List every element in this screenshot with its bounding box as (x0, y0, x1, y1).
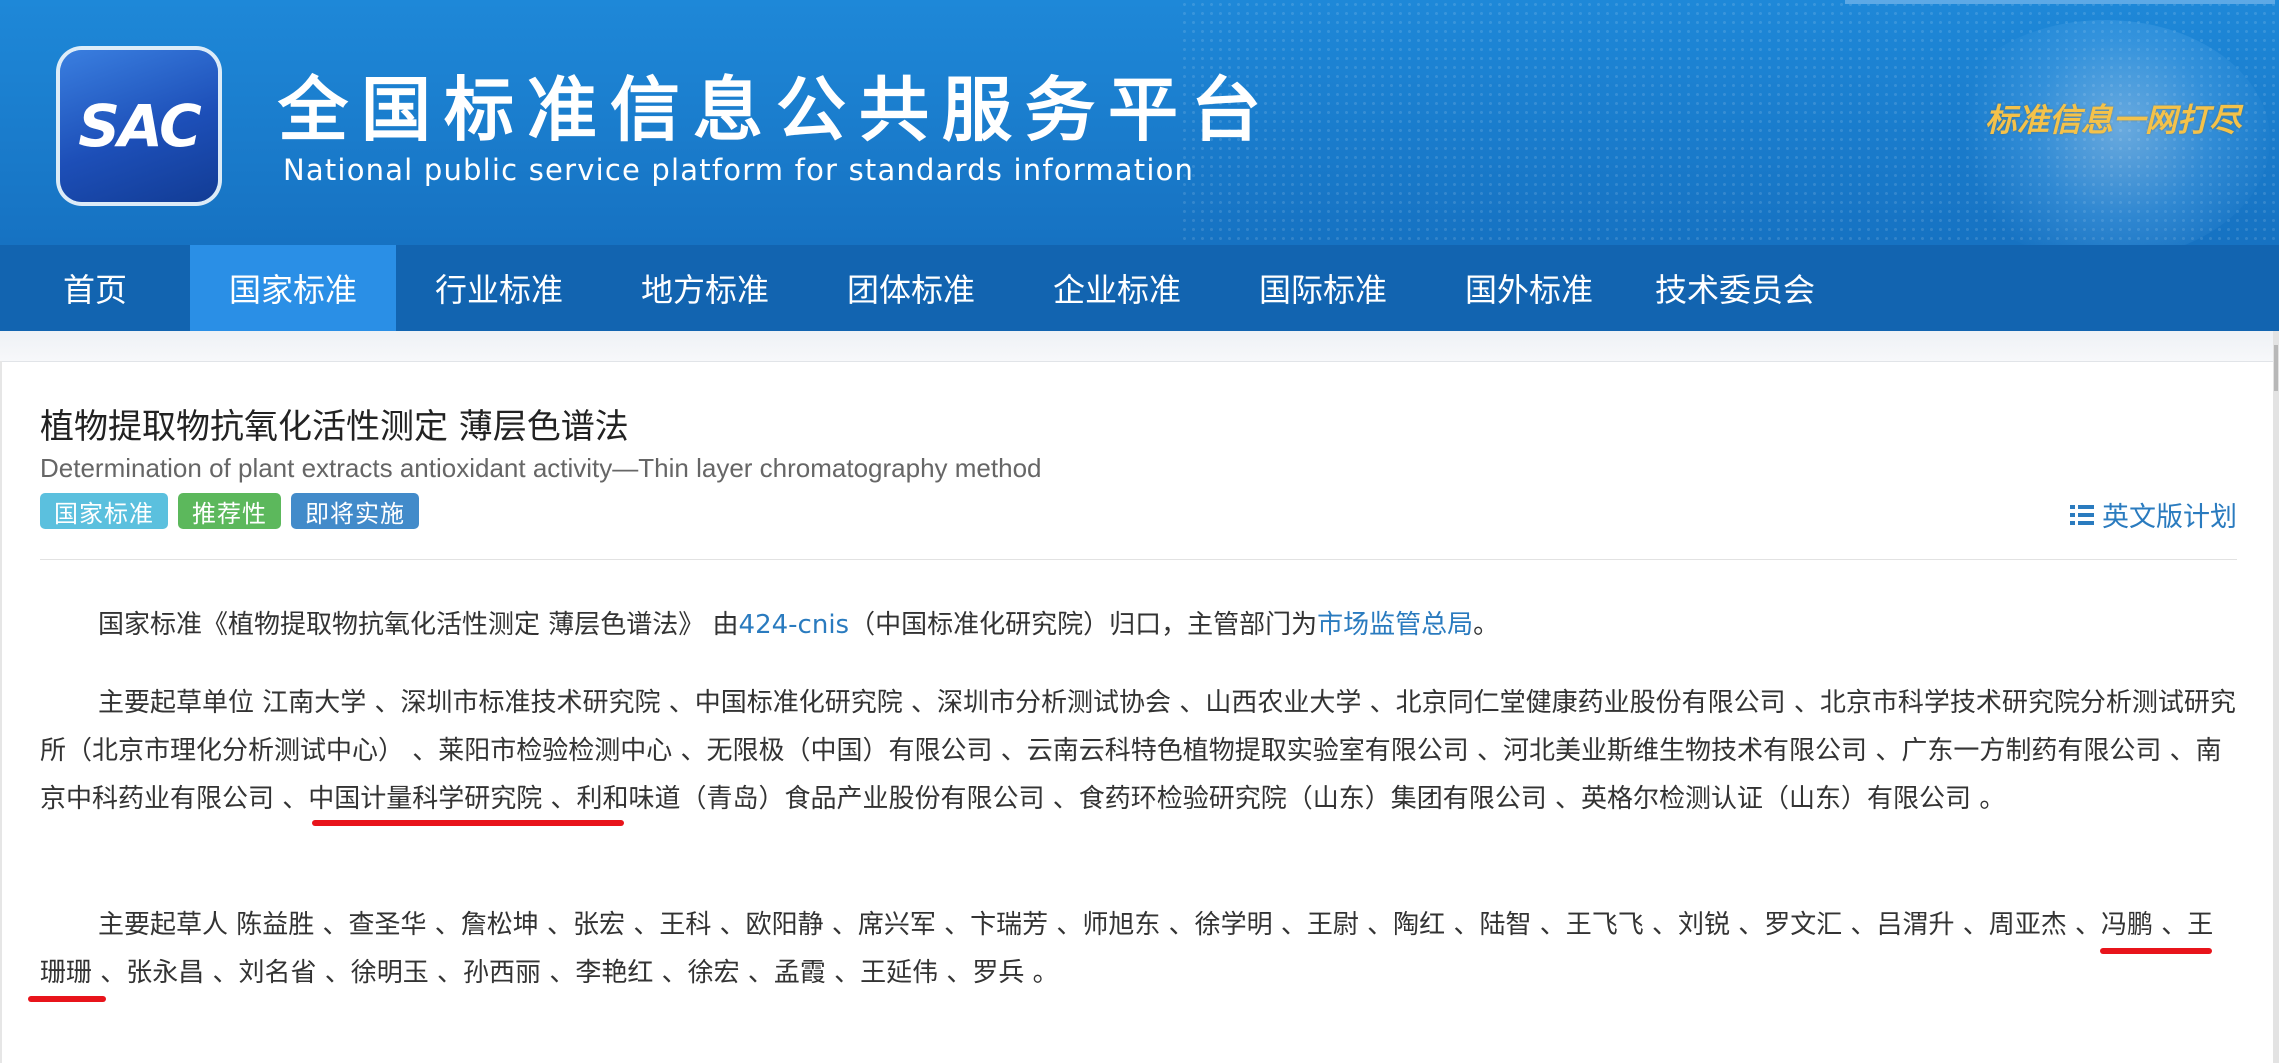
highlight-underline-drafter-2 (28, 996, 106, 1002)
banner-top-accent (1845, 0, 2275, 4)
site-subtitle: National public service platform for sta… (283, 153, 1195, 187)
content-left-border (0, 361, 2, 1063)
main-nav: 首页 国家标准 行业标准 地方标准 团体标准 企业标准 国际标准 国外标准 技术… (0, 245, 2279, 331)
highlight-underline-company (312, 820, 624, 826)
tag-national-standard: 国家标准 (40, 493, 168, 529)
intro-suffix: 。 (1473, 610, 1500, 640)
page: SAC 全国标准信息公共服务平台 National public service… (0, 0, 2279, 1063)
tc-link[interactable]: 424-cnis (739, 610, 850, 640)
sac-logo[interactable]: SAC (60, 50, 218, 202)
nav-item-enterprise-standards[interactable]: 企业标准 (1014, 245, 1220, 331)
site-title: 全国标准信息公共服务平台 (278, 69, 1274, 151)
nav-item-international-standards[interactable]: 国际标准 (1220, 245, 1426, 331)
intro-prefix: 国家标准《植物提取物抗氧化活性测定 薄层色谱法》 由 (98, 610, 739, 640)
drafting-units-paragraph: 主要起草单位 江南大学 、深圳市标准技术研究院 、中国标准化研究院 、深圳市分析… (40, 688, 2236, 814)
page-scrollbar[interactable] (2273, 331, 2279, 1063)
nav-item-national-standards[interactable]: 国家标准 (190, 245, 396, 331)
slogan: 标准信息一网打尽 (1985, 101, 2242, 139)
intro-paragraph: 国家标准《植物提取物抗氧化活性测定 薄层色谱法》 由424-cnis（中国标准化… (40, 601, 2237, 649)
english-plan-link[interactable]: 英文版计划 (2070, 495, 2237, 534)
intro-middle: （中国标准化研究院）归口，主管部门为 (849, 610, 1318, 640)
standard-title-en: Determination of plant extracts antioxid… (40, 453, 1042, 483)
drafters-paragraph: 主要起草人 陈益胜 、查圣华 、詹松坤 、张宏 、王科 、欧阳静 、席兴军 、卞… (40, 910, 2214, 988)
tag-recommended: 推荐性 (178, 493, 281, 529)
nav-item-local-standards[interactable]: 地方标准 (602, 245, 808, 331)
nav-item-industry-standards[interactable]: 行业标准 (396, 245, 602, 331)
logo-text: SAC (78, 92, 201, 160)
nav-item-home[interactable]: 首页 (0, 245, 190, 331)
nav-item-group-standards[interactable]: 团体标准 (808, 245, 1014, 331)
department-link[interactable]: 市场监管总局 (1317, 610, 1473, 640)
nav-separator (0, 331, 2279, 362)
header-banner: SAC 全国标准信息公共服务平台 National public service… (0, 0, 2279, 245)
standard-tags: 国家标准 推荐性 即将实施 (40, 493, 419, 529)
highlight-underline-drafter-1 (2100, 948, 2212, 954)
list-icon (2070, 504, 2094, 525)
standard-title: 植物提取物抗氧化活性测定 薄层色谱法 (40, 407, 629, 447)
tag-upcoming: 即将实施 (291, 493, 419, 529)
nav-item-technical-committees[interactable]: 技术委员会 (1632, 245, 1838, 331)
nav-item-foreign-standards[interactable]: 国外标准 (1426, 245, 1632, 331)
content-divider (40, 559, 2237, 560)
english-plan-label: 英文版计划 (2102, 502, 2237, 533)
